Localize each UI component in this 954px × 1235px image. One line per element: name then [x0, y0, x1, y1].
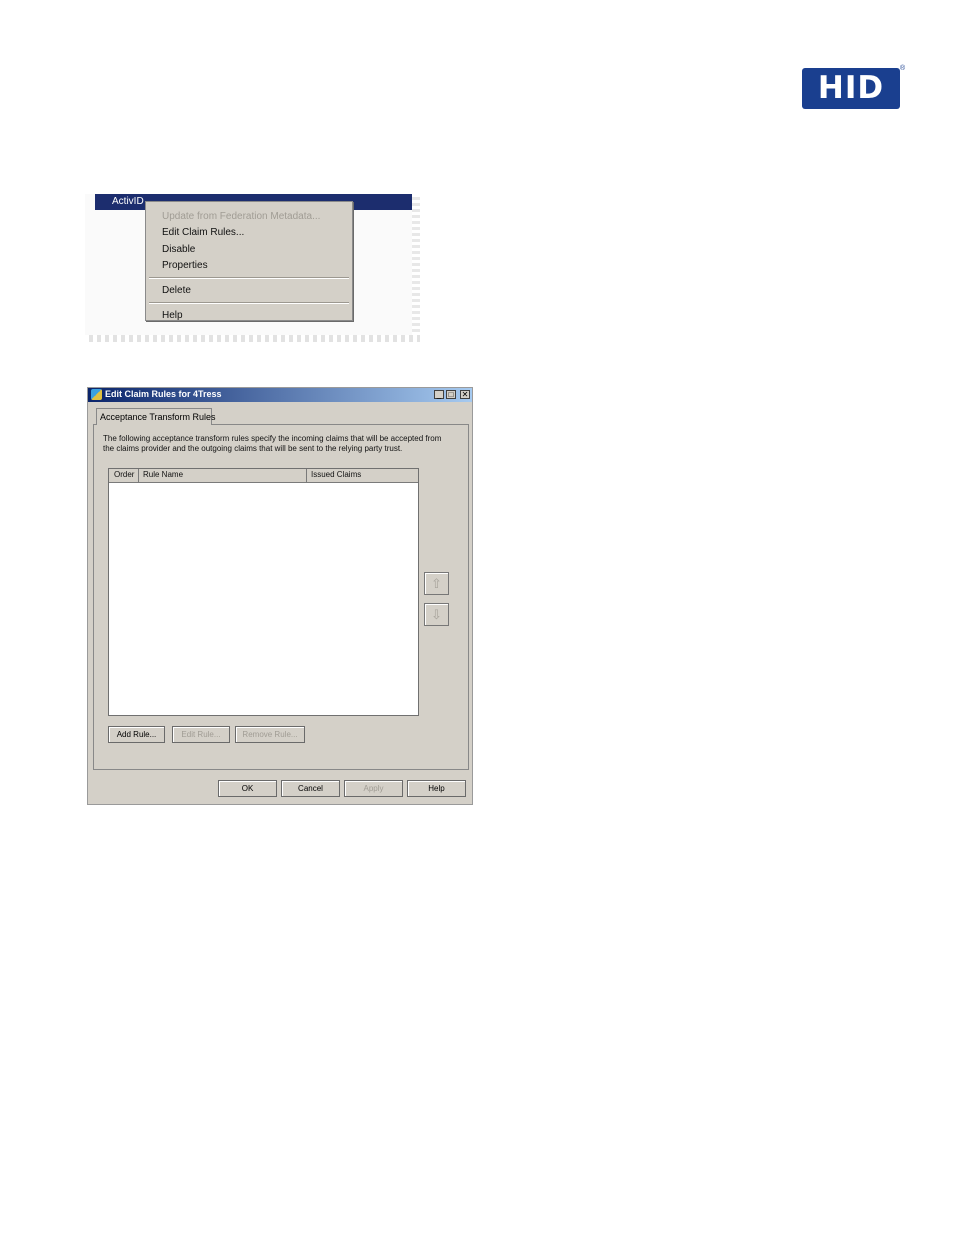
move-down-button[interactable]: ⇩	[424, 603, 449, 626]
edit-rule-button[interactable]: Edit Rule...	[172, 726, 230, 743]
hid-logo: HID	[802, 68, 900, 109]
arrow-down-icon: ⇩	[431, 607, 442, 622]
arrow-up-icon: ⇧	[431, 576, 442, 591]
app-icon	[91, 389, 102, 400]
edit-claim-rules-dialog: Edit Claim Rules for 4Tress _ □ ✕ Accept…	[87, 387, 473, 805]
apply-button[interactable]: Apply	[344, 780, 403, 797]
column-divider[interactable]	[138, 469, 139, 482]
column-divider[interactable]	[306, 469, 307, 482]
move-up-button[interactable]: ⇧	[424, 572, 449, 595]
menu-item-update-metadata: Update from Federation Metadata...	[162, 211, 321, 222]
menu-separator	[149, 277, 349, 279]
cancel-button[interactable]: Cancel	[281, 780, 340, 797]
menu-item-edit-claim-rules[interactable]: Edit Claim Rules...	[162, 227, 244, 238]
column-header-issued-claims[interactable]: Issued Claims	[311, 470, 361, 479]
rules-list[interactable]: Order Rule Name Issued Claims	[108, 468, 419, 716]
help-button[interactable]: Help	[407, 780, 466, 797]
menu-item-help[interactable]: Help	[162, 310, 183, 321]
menu-item-properties[interactable]: Properties	[162, 260, 208, 271]
torn-edge-right	[412, 194, 420, 342]
tab-label: Acceptance Transform Rules	[100, 412, 216, 422]
dialog-title: Edit Claim Rules for 4Tress	[105, 389, 222, 399]
context-menu-screenshot: ActivID Update from Federation Metadata.…	[85, 194, 420, 342]
column-header-rule-name[interactable]: Rule Name	[143, 470, 183, 479]
menu-separator	[149, 302, 349, 304]
column-header-order[interactable]: Order	[114, 470, 134, 479]
dialog-titlebar[interactable]: Edit Claim Rules for 4Tress _ □ ✕	[88, 388, 472, 402]
torn-edge-bottom	[85, 335, 420, 342]
maximize-button[interactable]: □	[446, 390, 456, 399]
context-menu: Update from Federation Metadata... Edit …	[145, 201, 353, 321]
close-button[interactable]: ✕	[460, 390, 470, 399]
registered-mark: ®	[900, 65, 906, 72]
tree-node-label[interactable]: ActivID	[112, 196, 144, 207]
add-rule-button[interactable]: Add Rule...	[108, 726, 165, 743]
remove-rule-button[interactable]: Remove Rule...	[235, 726, 305, 743]
minimize-button[interactable]: _	[434, 390, 444, 399]
tab-acceptance-transform-rules[interactable]: Acceptance Transform Rules	[96, 408, 216, 425]
rules-description: The following acceptance transform rules…	[103, 434, 442, 453]
list-header: Order Rule Name Issued Claims	[109, 469, 418, 483]
menu-item-delete[interactable]: Delete	[162, 285, 191, 296]
ok-button[interactable]: OK	[218, 780, 277, 797]
menu-item-disable[interactable]: Disable	[162, 244, 195, 255]
